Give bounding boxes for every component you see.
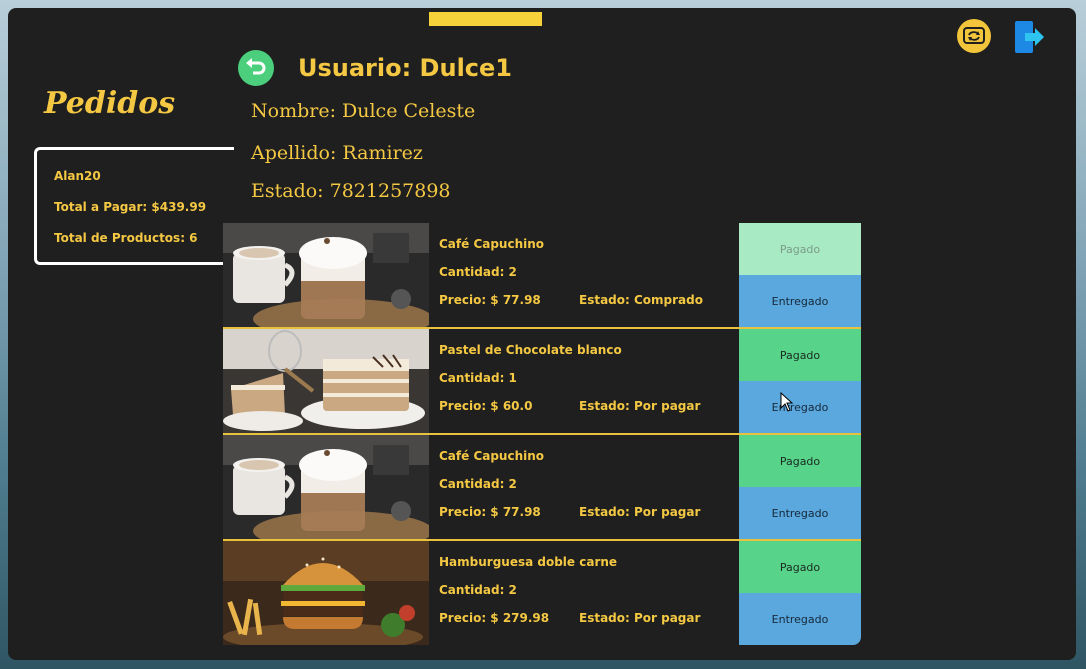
cappuccino-image <box>223 223 429 327</box>
logout-button[interactable] <box>1013 20 1045 54</box>
entregado-button[interactable]: Entregado <box>739 275 861 327</box>
entregado-button[interactable]: Entregado <box>739 381 861 433</box>
orders-title: Pedidos <box>44 86 176 121</box>
pagado-button[interactable]: Pagado <box>739 541 861 593</box>
user-first-name: Nombre: Dulce Celeste <box>251 100 476 122</box>
product-list: Café Capuchino Cantidad: 2 Precio: $ 77.… <box>223 223 861 645</box>
pagado-button[interactable]: Pagado <box>739 435 861 487</box>
product-row: Pastel de Chocolate blanco Cantidad: 1 P… <box>223 329 861 435</box>
back-arrow-icon <box>246 58 266 75</box>
product-name: Café Capuchino <box>439 237 545 251</box>
cake-image <box>223 329 429 433</box>
product-price: Precio: $ 77.98 <box>439 293 541 307</box>
order-card[interactable]: Alan20 Total a Pagar: $439.99 Total de P… <box>34 147 234 265</box>
refresh-icon <box>963 27 985 44</box>
user-status: Estado: 7821257898 <box>251 180 451 202</box>
product-status: Estado: Por pagar <box>579 505 701 519</box>
refresh-button[interactable] <box>957 19 991 53</box>
product-quantity: Cantidad: 2 <box>439 477 517 491</box>
product-quantity: Cantidad: 2 <box>439 265 517 279</box>
order-user: Alan20 <box>54 169 101 183</box>
back-button[interactable] <box>238 50 274 86</box>
product-name: Pastel de Chocolate blanco <box>439 343 622 357</box>
app-window: Usuario: Dulce1 Pedidos Nombre: Dulce Ce… <box>8 8 1076 660</box>
pagado-button[interactable]: Pagado <box>739 329 861 381</box>
product-price: Precio: $ 77.98 <box>439 505 541 519</box>
product-price: Precio: $ 60.0 <box>439 399 533 413</box>
order-product-count: Total de Productos: 6 <box>54 231 198 245</box>
product-name: Café Capuchino <box>439 449 545 463</box>
product-row: Café Capuchino Cantidad: 2 Precio: $ 77.… <box>223 223 861 329</box>
cappuccino-image <box>223 435 429 539</box>
logout-icon <box>1015 21 1044 53</box>
product-quantity: Cantidad: 1 <box>439 371 517 385</box>
product-row: Hamburguesa doble carne Cantidad: 2 Prec… <box>223 541 861 645</box>
product-status: Estado: Por pagar <box>579 399 701 413</box>
product-status: Estado: Por pagar <box>579 611 701 625</box>
mouse-cursor-icon <box>780 392 794 412</box>
entregado-button[interactable]: Entregado <box>739 487 861 539</box>
product-price: Precio: $ 279.98 <box>439 611 550 625</box>
title-drag-strip[interactable] <box>429 12 542 26</box>
burger-image <box>223 541 429 645</box>
pagado-button[interactable]: Pagado <box>739 223 861 275</box>
product-quantity: Cantidad: 2 <box>439 583 517 597</box>
order-total: Total a Pagar: $439.99 <box>54 200 207 214</box>
user-title: Usuario: Dulce1 <box>298 54 512 82</box>
product-status: Estado: Comprado <box>579 293 703 307</box>
user-last-name: Apellido: Ramirez <box>251 142 423 164</box>
entregado-button[interactable]: Entregado <box>739 593 861 645</box>
product-row: Café Capuchino Cantidad: 2 Precio: $ 77.… <box>223 435 861 541</box>
product-name: Hamburguesa doble carne <box>439 555 618 569</box>
